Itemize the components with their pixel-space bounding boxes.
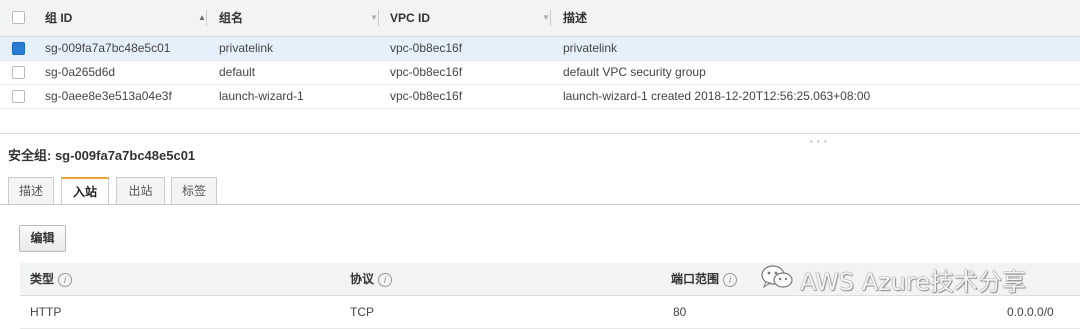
column-label: 端口范围 (671, 272, 720, 286)
info-icon[interactable]: i (378, 272, 393, 287)
cell-group-name: default (219, 65, 256, 79)
tab-inbound[interactable]: 入站 (61, 177, 109, 205)
pane-divider[interactable] (0, 133, 1080, 134)
row-checkbox[interactable] (12, 42, 25, 55)
cell-group-id: sg-0a265d6d (45, 65, 116, 79)
watermark-text: AWS Azure技术分享 (800, 268, 1027, 296)
cell-group-id: sg-0aee8e3e513a04e3f (45, 89, 172, 103)
column-header-type: 类型 i (30, 263, 73, 295)
column-label: 类型 (30, 272, 55, 286)
row-checkbox[interactable] (12, 66, 25, 79)
wechat-icon (760, 263, 794, 303)
column-header-group-id[interactable]: 组 ID (45, 0, 72, 36)
table-row[interactable]: sg-0a265d6d default vpc-0b8ec16f default… (0, 61, 1080, 85)
tab-tags[interactable]: 标签 (171, 177, 217, 204)
cell-vpc-id: vpc-0b8ec16f (390, 41, 463, 55)
detail-title: 安全组: sg-009fa7a7bc48e5c01 (8, 148, 196, 163)
column-header-group-name[interactable]: 组名 (219, 0, 243, 36)
cell-port-range: 80 (673, 305, 687, 319)
edit-button[interactable]: 编辑 (19, 225, 66, 252)
cell-description: launch-wizard-1 created 2018-12-20T12:56… (563, 89, 871, 103)
cell-type: HTTP (30, 305, 62, 319)
column-header-port-range: 端口范围 i (671, 263, 738, 295)
column-header-vpc-id[interactable]: VPC ID (390, 0, 430, 36)
watermark: AWS Azure技术分享 (760, 262, 1026, 302)
sort-ascending-icon[interactable]: ▲ (198, 13, 206, 22)
cell-vpc-id: vpc-0b8ec16f (390, 89, 463, 103)
cell-group-id: sg-009fa7a7bc48e5c01 (45, 41, 171, 55)
select-all-checkbox[interactable] (12, 11, 25, 24)
sort-icon[interactable]: ▼ (370, 13, 378, 22)
column-divider[interactable] (206, 10, 207, 26)
table-header: 组 ID ▲ 组名 ▼ VPC ID ▼ 描述 (0, 0, 1080, 37)
cell-group-name: privatelink (219, 41, 274, 55)
cell-description: default VPC security group (563, 65, 706, 79)
sort-icon[interactable]: ▼ (542, 13, 550, 22)
row-checkbox[interactable] (12, 90, 25, 103)
column-divider[interactable] (550, 10, 551, 26)
cell-description: privatelink (563, 41, 618, 55)
cell-vpc-id: vpc-0b8ec16f (390, 65, 463, 79)
table-row[interactable]: sg-009fa7a7bc48e5c01 privatelink vpc-0b8… (0, 37, 1080, 61)
tab-underline (0, 204, 1080, 205)
info-icon[interactable]: i (58, 272, 73, 287)
info-icon[interactable]: i (723, 272, 738, 287)
column-divider[interactable] (378, 10, 379, 26)
security-groups-table: 组 ID ▲ 组名 ▼ VPC ID ▼ 描述 sg-009fa7a7bc48e… (0, 0, 1080, 109)
cell-protocol: TCP (350, 305, 374, 319)
resize-handle-icon[interactable]: • • • (810, 137, 828, 146)
column-header-description[interactable]: 描述 (563, 0, 587, 36)
cell-group-name: launch-wizard-1 (219, 89, 304, 103)
column-header-protocol: 协议 i (350, 263, 393, 295)
tab-description[interactable]: 描述 (8, 177, 54, 204)
column-label: 协议 (350, 272, 375, 286)
tab-outbound[interactable]: 出站 (116, 177, 165, 204)
table-row[interactable]: sg-0aee8e3e513a04e3f launch-wizard-1 vpc… (0, 85, 1080, 109)
